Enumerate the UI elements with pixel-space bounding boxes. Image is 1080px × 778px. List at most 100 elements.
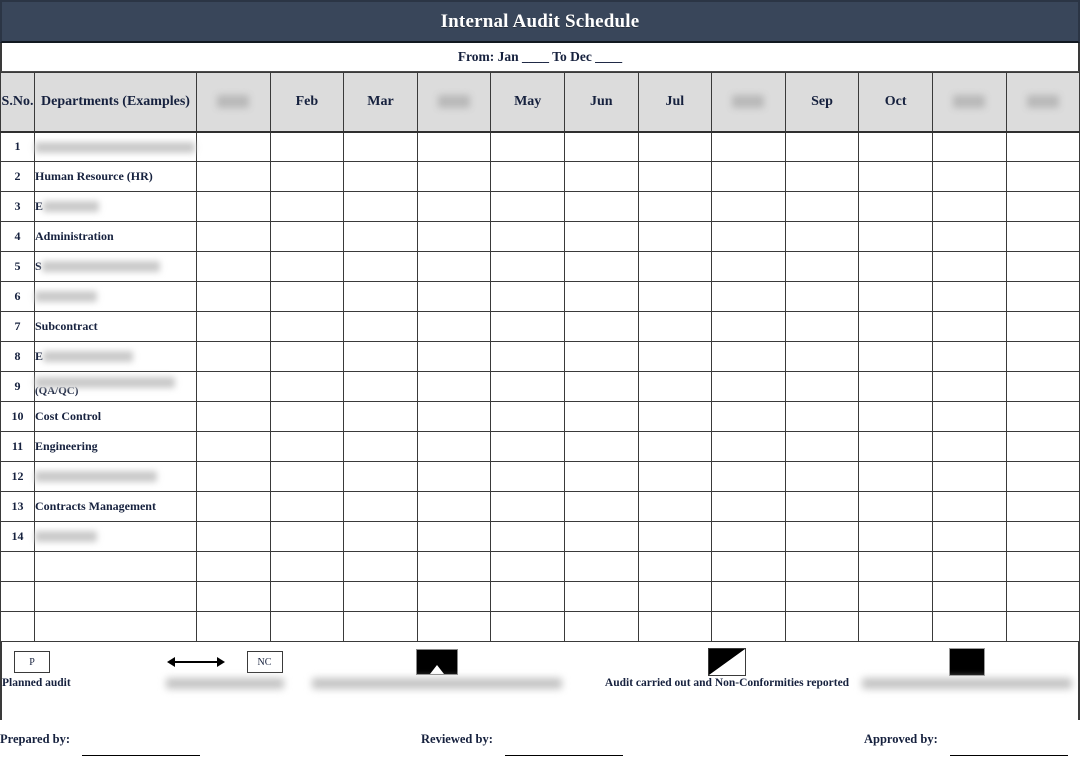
row-department-name[interactable]: S [35,252,197,282]
schedule-cell[interactable] [859,162,933,192]
schedule-cell[interactable] [1006,522,1080,552]
schedule-cell[interactable] [417,192,491,222]
schedule-cell[interactable] [491,552,565,582]
schedule-cell[interactable] [344,612,418,642]
row-department-name[interactable]: Contracts Management [35,492,197,522]
schedule-cell[interactable] [785,612,859,642]
schedule-cell[interactable] [344,132,418,162]
schedule-cell[interactable] [417,372,491,402]
schedule-cell[interactable] [1006,132,1080,162]
schedule-cell[interactable] [197,612,271,642]
schedule-cell[interactable] [417,132,491,162]
schedule-cell[interactable] [417,462,491,492]
schedule-cell[interactable] [417,402,491,432]
schedule-cell[interactable] [932,522,1006,552]
schedule-cell[interactable] [564,612,638,642]
schedule-cell[interactable] [344,252,418,282]
schedule-cell[interactable] [197,462,271,492]
schedule-cell[interactable] [932,132,1006,162]
schedule-cell[interactable] [1006,252,1080,282]
schedule-cell[interactable] [712,192,786,222]
schedule-cell[interactable] [491,402,565,432]
schedule-cell[interactable] [638,132,712,162]
schedule-cell[interactable] [785,312,859,342]
schedule-cell[interactable] [417,492,491,522]
row-department-name[interactable]: (QA/QC) [35,372,197,402]
schedule-cell[interactable] [270,552,344,582]
schedule-cell[interactable] [270,312,344,342]
schedule-cell[interactable] [344,372,418,402]
schedule-cell[interactable] [491,282,565,312]
row-department-name[interactable]: E [35,342,197,372]
schedule-cell[interactable] [932,162,1006,192]
schedule-cell[interactable] [859,492,933,522]
schedule-cell[interactable] [859,252,933,282]
schedule-cell[interactable] [344,432,418,462]
schedule-cell[interactable] [417,222,491,252]
schedule-cell[interactable] [564,222,638,252]
schedule-cell[interactable] [712,222,786,252]
row-department-name[interactable]: Engineering [35,432,197,462]
schedule-cell[interactable] [270,432,344,462]
schedule-cell[interactable] [712,492,786,522]
schedule-cell[interactable] [491,462,565,492]
schedule-cell[interactable] [1006,222,1080,252]
schedule-cell[interactable] [638,462,712,492]
reviewed-by-signature-line[interactable] [505,755,623,756]
schedule-cell[interactable] [932,252,1006,282]
schedule-cell[interactable] [270,582,344,612]
schedule-cell[interactable] [1006,612,1080,642]
schedule-cell[interactable] [932,492,1006,522]
schedule-cell[interactable] [270,462,344,492]
schedule-cell[interactable] [491,222,565,252]
schedule-cell[interactable] [638,492,712,522]
schedule-cell[interactable] [197,312,271,342]
schedule-cell[interactable] [932,282,1006,312]
row-department-name[interactable]: Subcontract [35,312,197,342]
schedule-cell[interactable] [1006,162,1080,192]
schedule-cell[interactable] [344,402,418,432]
schedule-cell[interactable] [785,402,859,432]
schedule-cell[interactable] [564,492,638,522]
schedule-cell[interactable] [270,402,344,432]
schedule-cell[interactable] [270,372,344,402]
schedule-cell[interactable] [859,222,933,252]
schedule-cell[interactable] [270,132,344,162]
schedule-cell[interactable] [712,342,786,372]
row-department-name[interactable] [35,462,197,492]
schedule-cell[interactable] [1006,492,1080,522]
schedule-cell[interactable] [491,582,565,612]
schedule-cell[interactable] [712,282,786,312]
schedule-cell[interactable] [712,432,786,462]
schedule-cell[interactable] [417,552,491,582]
schedule-cell[interactable] [197,552,271,582]
schedule-cell[interactable] [491,342,565,372]
approved-by-signature-line[interactable] [950,755,1068,756]
schedule-cell[interactable] [785,432,859,462]
schedule-cell[interactable] [491,492,565,522]
schedule-cell[interactable] [859,372,933,402]
schedule-cell[interactable] [932,402,1006,432]
schedule-cell[interactable] [491,312,565,342]
schedule-cell[interactable] [638,222,712,252]
schedule-cell[interactable] [1006,552,1080,582]
schedule-cell[interactable] [564,132,638,162]
schedule-cell[interactable] [638,342,712,372]
schedule-cell[interactable] [712,612,786,642]
schedule-cell[interactable] [417,522,491,552]
schedule-cell[interactable] [417,342,491,372]
schedule-cell[interactable] [932,582,1006,612]
schedule-cell[interactable] [785,192,859,222]
schedule-cell[interactable] [564,552,638,582]
schedule-cell[interactable] [417,282,491,312]
schedule-cell[interactable] [1006,582,1080,612]
schedule-cell[interactable] [785,552,859,582]
schedule-cell[interactable] [712,552,786,582]
schedule-cell[interactable] [785,222,859,252]
schedule-cell[interactable] [564,582,638,612]
schedule-cell[interactable] [932,312,1006,342]
schedule-cell[interactable] [932,612,1006,642]
schedule-cell[interactable] [197,402,271,432]
schedule-cell[interactable] [197,252,271,282]
schedule-cell[interactable] [638,282,712,312]
